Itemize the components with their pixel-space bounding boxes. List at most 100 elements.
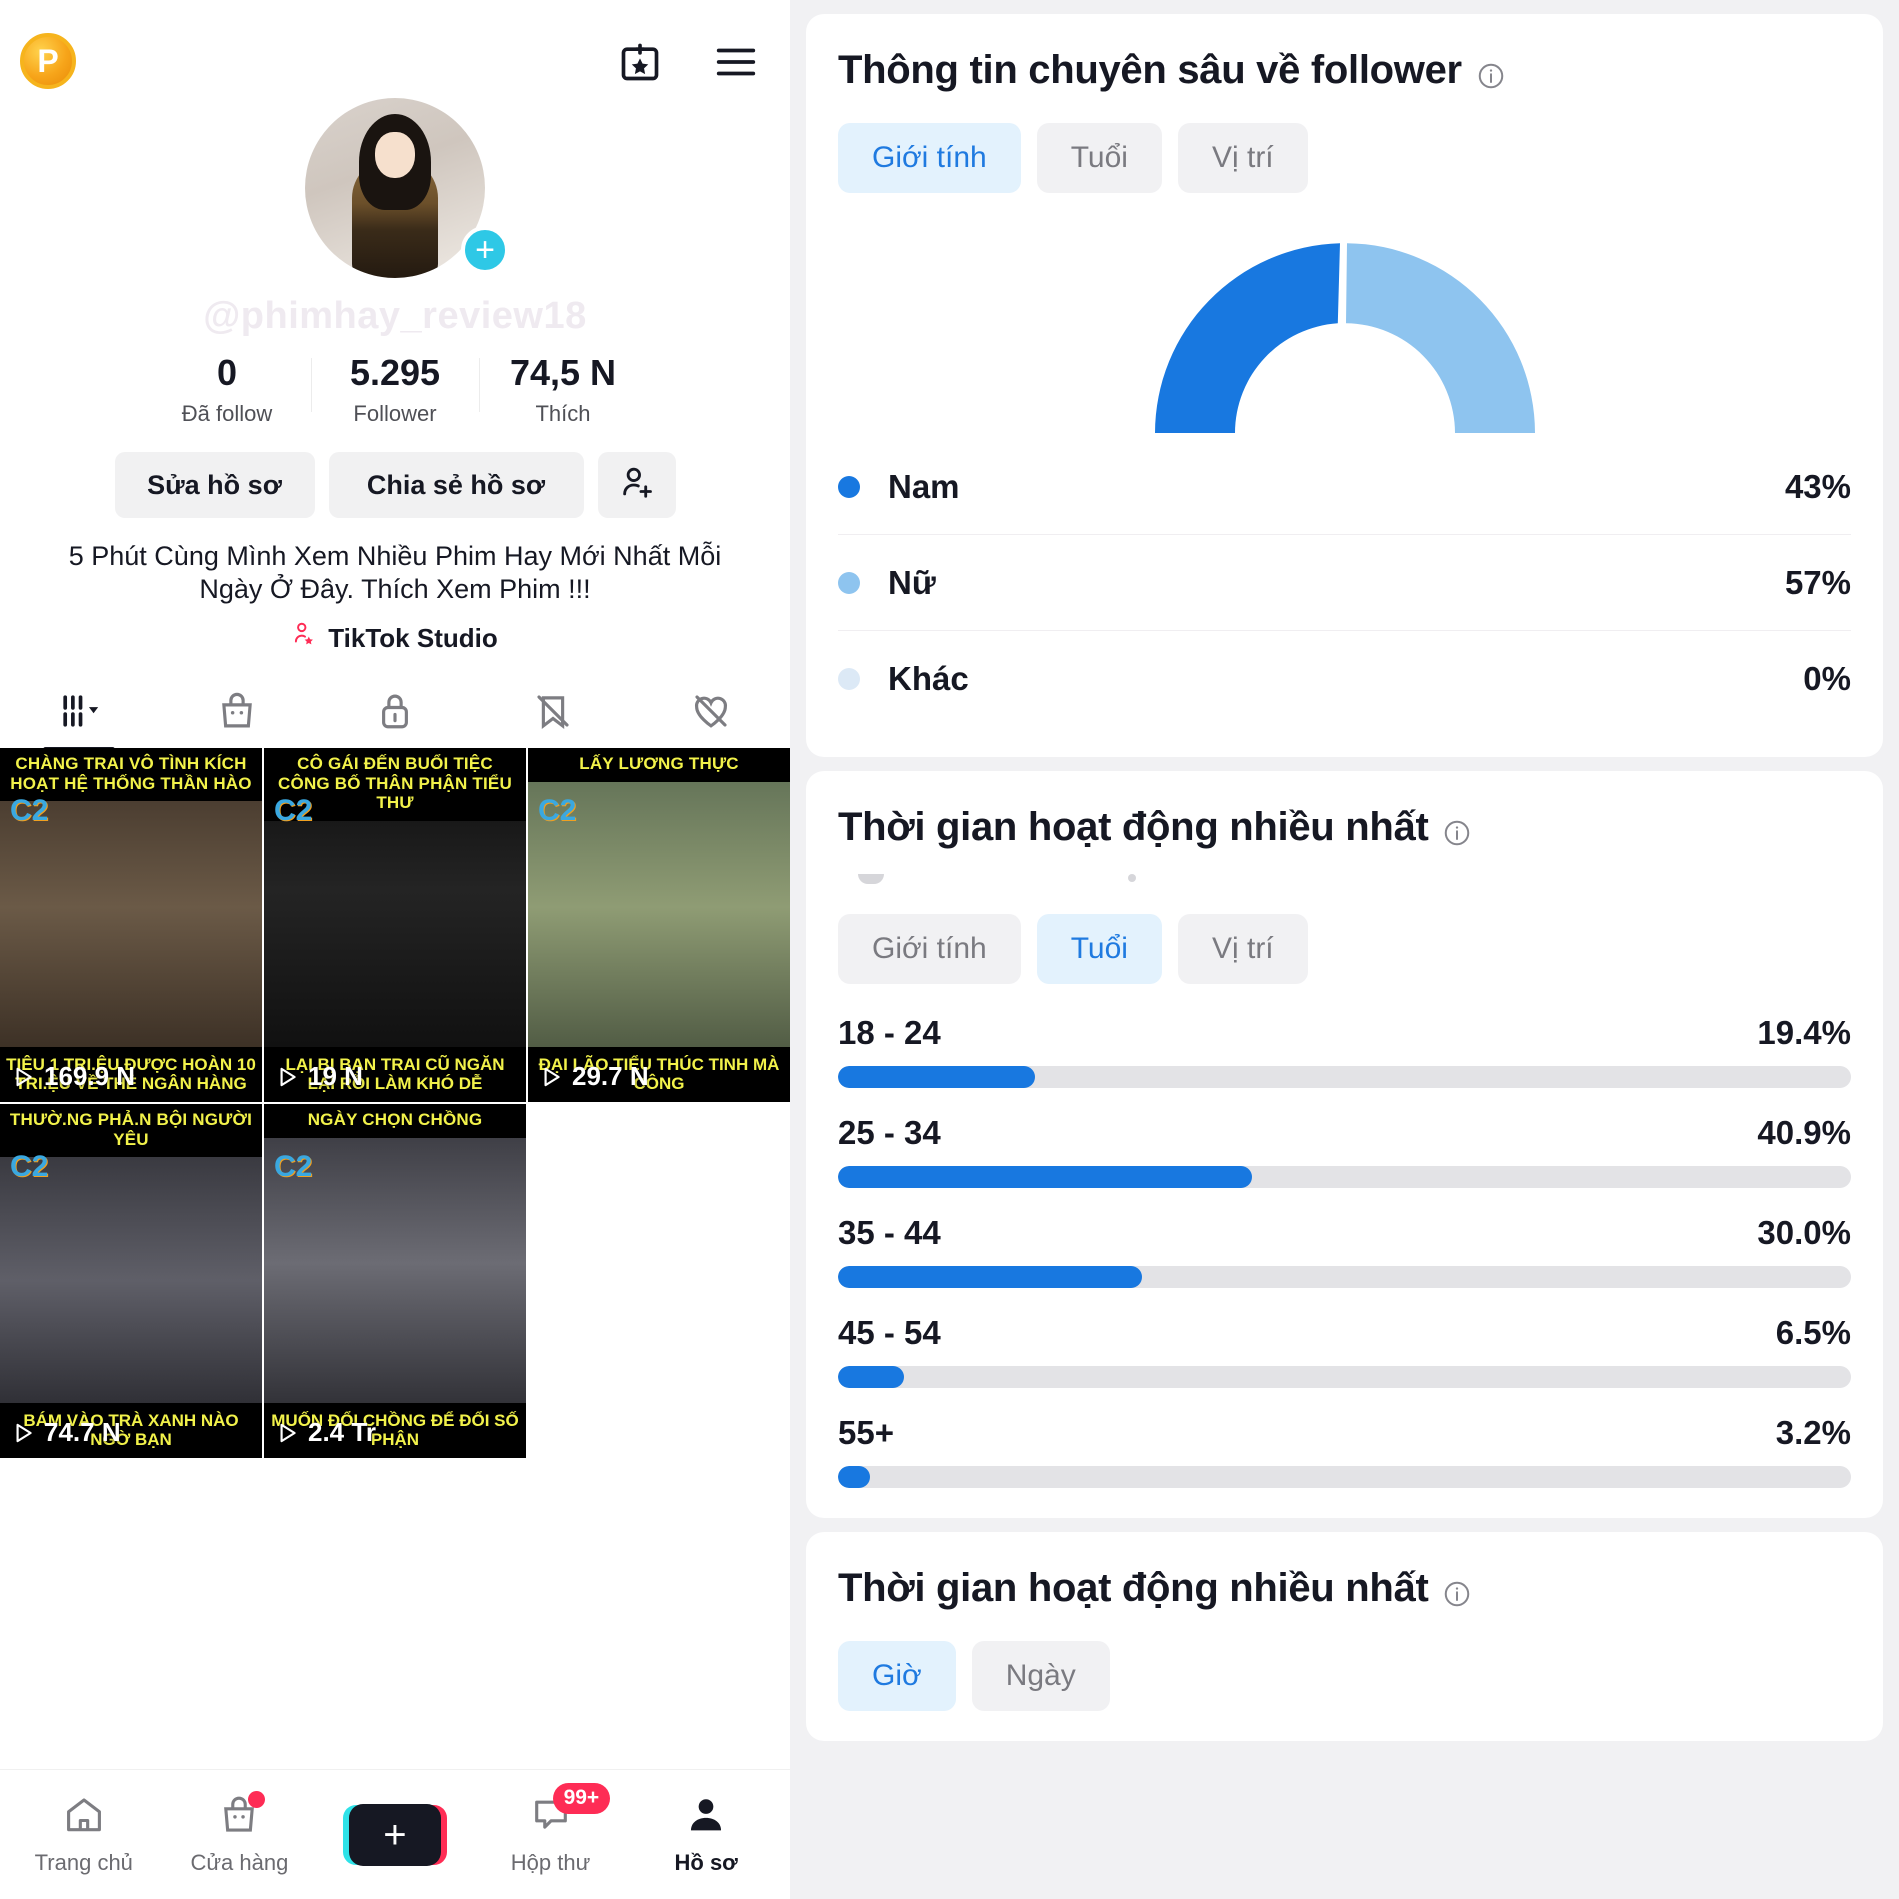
add-avatar-plus-icon[interactable]: +: [461, 226, 509, 274]
video-cell[interactable]: CÔ GÁI ĐẾN BUỔI TIỆC CÔNG BỐ THÂN PHẬN T…: [264, 748, 526, 1102]
video-views-count: 29.7 N: [572, 1061, 649, 1091]
video-cell[interactable]: LẤY LƯƠNG THỰC C2 ĐẠI LÃO TIỂU THÚC TINH…: [528, 748, 790, 1102]
age-bar-value: 6.5%: [1775, 1314, 1851, 1351]
legend-row: Khác 0%: [838, 631, 1851, 727]
video-views: 74.7 N: [10, 1417, 121, 1448]
bottom-navigation: Trang chủ Cửa hàng + 99+ Hộp thư Hồ sơ: [0, 1769, 790, 1899]
tab-day[interactable]: Ngày: [971, 1641, 1110, 1711]
age-bar-head: 18 - 24 19.4%: [838, 1014, 1851, 1052]
info-icon[interactable]: [1476, 56, 1506, 88]
watermark-c2: C2: [274, 794, 313, 827]
tab-liked[interactable]: [632, 678, 790, 748]
video-cell[interactable]: NGÀY CHỌN CHỒNG C2 MUỐN ĐỔI CHỒNG ĐỂ ĐỔI…: [264, 1104, 526, 1458]
gauge-segment-nam: [1154, 243, 1340, 433]
most-active-time-hour-title: Thời gian hoạt động nhiều nhất: [838, 1566, 1429, 1610]
age-bar-row: 35 - 44 30.0%: [838, 1214, 1851, 1288]
info-icon[interactable]: [1442, 813, 1472, 845]
video-cell[interactable]: THƯỜ.NG PHẢ.N BỘI NGƯỜI YÊU C2 BÁM VÀO T…: [0, 1104, 262, 1458]
videos-grid-icon: [56, 688, 102, 739]
legend-label-nam: Nam: [888, 467, 960, 505]
legend-value-nu: 57%: [1784, 563, 1851, 601]
tab-location[interactable]: Vị trí: [1177, 914, 1308, 984]
tab-shop[interactable]: [158, 678, 316, 748]
info-icon[interactable]: [1442, 1574, 1472, 1606]
age-bar-track: [838, 1166, 1851, 1188]
most-active-time-hour-tabs: Giờ Ngày: [838, 1641, 1851, 1711]
age-bar-label: 25 - 34: [838, 1114, 941, 1151]
legend-dot-nu: [838, 571, 860, 594]
age-bars-list: 18 - 24 19.4% 25 - 34 40.9% 35 - 44 30.0…: [838, 1014, 1851, 1488]
age-bar-label: 45 - 54: [838, 1314, 941, 1351]
profile-stats: 0 Đã follow 5.295 Follower 74,5 N Thích: [0, 350, 790, 427]
tab-hour[interactable]: Giờ: [838, 1641, 956, 1711]
stat-likes[interactable]: 74,5 N Thích: [479, 350, 647, 427]
nav-item-profile-label: Hồ sơ: [674, 1850, 738, 1875]
create-plus-icon[interactable]: +: [348, 1803, 441, 1866]
age-bar-fill: [838, 1366, 904, 1388]
stat-followers[interactable]: 5.295 Follower: [311, 350, 479, 427]
watermark-c2: C2: [10, 794, 49, 827]
most-active-time-title-row: Thời gian hoạt động nhiều nhất: [838, 805, 1851, 850]
age-bar-track: [838, 1066, 1851, 1088]
hamburger-menu-icon[interactable]: [710, 36, 762, 88]
video-cell[interactable]: CHÀNG TRAI VÔ TÌNH KÍCH HOẠT HỆ THỐNG TH…: [0, 748, 262, 1102]
stat-likes-value: 74,5 N: [509, 352, 617, 393]
avatar[interactable]: +: [305, 98, 509, 278]
coin-badge-icon[interactable]: P: [20, 33, 76, 89]
profile-actions: Sửa hồ sơ Chia sẻ hồ sơ: [0, 452, 790, 518]
age-bar-fill: [838, 1066, 1035, 1088]
follower-insights-tabs: Giới tính Tuổi Vị trí: [838, 123, 1851, 193]
tab-gender[interactable]: Giới tính: [838, 123, 1021, 193]
profile-icon: [684, 1793, 728, 1842]
video-views: 2.4 Tr: [274, 1417, 376, 1448]
age-bar-head: 25 - 34 40.9%: [838, 1114, 1851, 1152]
tab-saved[interactable]: [474, 678, 632, 748]
share-profile-button[interactable]: Chia sẻ hồ sơ: [328, 452, 584, 518]
video-views-count: 74.7 N: [44, 1417, 121, 1447]
nav-item-home[interactable]: Trang chủ: [6, 1793, 162, 1876]
age-bar-value: 19.4%: [1757, 1014, 1851, 1051]
edit-profile-button[interactable]: Sửa hồ sơ: [114, 452, 315, 518]
analytics-pane: Thông tin chuyên sâu về follower Giới tí…: [790, 0, 1899, 1899]
tab-age[interactable]: Tuổi: [1036, 914, 1162, 984]
home-icon: [62, 1793, 106, 1842]
studio-person-star-icon: [292, 620, 318, 657]
topbar-actions: [614, 36, 762, 88]
video-grid: CHÀNG TRAI VÔ TÌNH KÍCH HOẠT HỆ THỐNG TH…: [0, 748, 790, 1458]
profile-bio: 5 Phút Cùng Mình Xem Nhiều Phim Hay Mới …: [68, 541, 722, 604]
video-caption-top: NGÀY CHỌN CHỒNG: [264, 1104, 526, 1138]
age-bar-fill: [838, 1166, 1253, 1188]
age-bar-head: 35 - 44 30.0%: [838, 1214, 1851, 1252]
add-person-button[interactable]: [597, 452, 676, 518]
tab-private[interactable]: [316, 678, 474, 748]
nav-item-shop[interactable]: Cửa hàng: [162, 1791, 318, 1876]
legend-row: Nữ 57%: [838, 535, 1851, 631]
avatar-face-shape: [375, 132, 415, 178]
shop-icon: [217, 1791, 266, 1842]
tiktok-studio-link[interactable]: TikTok Studio: [0, 620, 790, 657]
nav-item-inbox[interactable]: 99+ Hộp thư: [473, 1783, 629, 1876]
most-active-time-title: Thời gian hoạt động nhiều nhất: [838, 805, 1429, 849]
tab-location[interactable]: Vị trí: [1177, 123, 1308, 193]
age-bar-fill: [838, 1466, 871, 1488]
tab-age[interactable]: Tuổi: [1036, 123, 1162, 193]
age-bar-label: 55+: [838, 1414, 894, 1451]
profile-handle: @phimhay_review18: [203, 295, 587, 337]
legend-label-khac: Khác: [888, 660, 969, 697]
stat-following[interactable]: 0 Đã follow: [143, 350, 311, 427]
legend-label-nu: Nữ: [888, 563, 936, 601]
age-bar-row: 25 - 34 40.9%: [838, 1114, 1851, 1188]
tiktok-profile-pane: P + @phimhay_review18 0 Đã follow 5.295 …: [0, 0, 790, 1899]
nav-item-create[interactable]: +: [317, 1803, 473, 1866]
tab-gender[interactable]: Giới tính: [838, 914, 1021, 984]
stat-following-value: 0: [216, 352, 238, 393]
clipped-shape-1: [858, 874, 884, 884]
tab-videos[interactable]: [0, 678, 158, 748]
clipped-widget-remnant: [838, 858, 1851, 884]
inbox-count-badge: 99+: [552, 1783, 611, 1815]
age-bar-label: 35 - 44: [838, 1214, 941, 1251]
calendar-star-icon[interactable]: [614, 36, 666, 88]
nav-item-profile[interactable]: Hồ sơ: [628, 1793, 784, 1876]
nav-item-inbox-label: Hộp thư: [510, 1850, 591, 1875]
most-active-time-tabs: Giới tính Tuổi Vị trí: [838, 914, 1851, 984]
